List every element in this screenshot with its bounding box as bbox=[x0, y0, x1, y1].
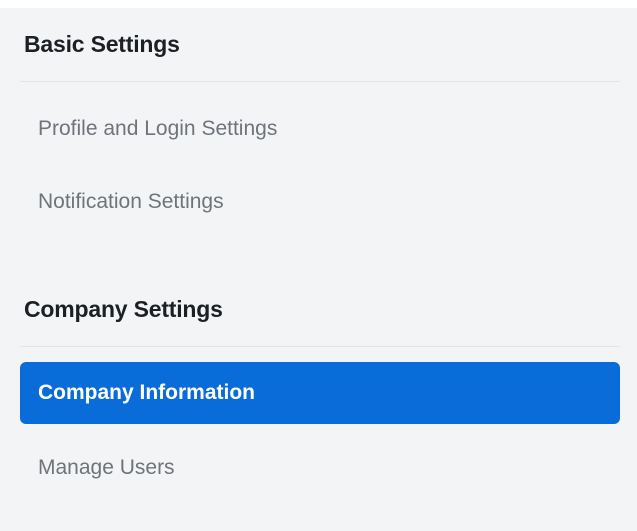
nav-item-manage-users[interactable]: Manage Users bbox=[20, 437, 620, 499]
divider bbox=[20, 346, 620, 347]
divider bbox=[20, 81, 620, 82]
company-settings-heading: Company Settings bbox=[24, 296, 223, 322]
nav-item-profile-login-settings[interactable]: Profile and Login Settings bbox=[20, 98, 620, 160]
nav-item-company-information[interactable]: Company Information bbox=[20, 362, 620, 424]
nav-item-notification-settings[interactable]: Notification Settings bbox=[20, 171, 620, 233]
settings-sidebar: Basic Settings Profile and Login Setting… bbox=[0, 8, 637, 531]
basic-settings-heading: Basic Settings bbox=[24, 31, 180, 57]
